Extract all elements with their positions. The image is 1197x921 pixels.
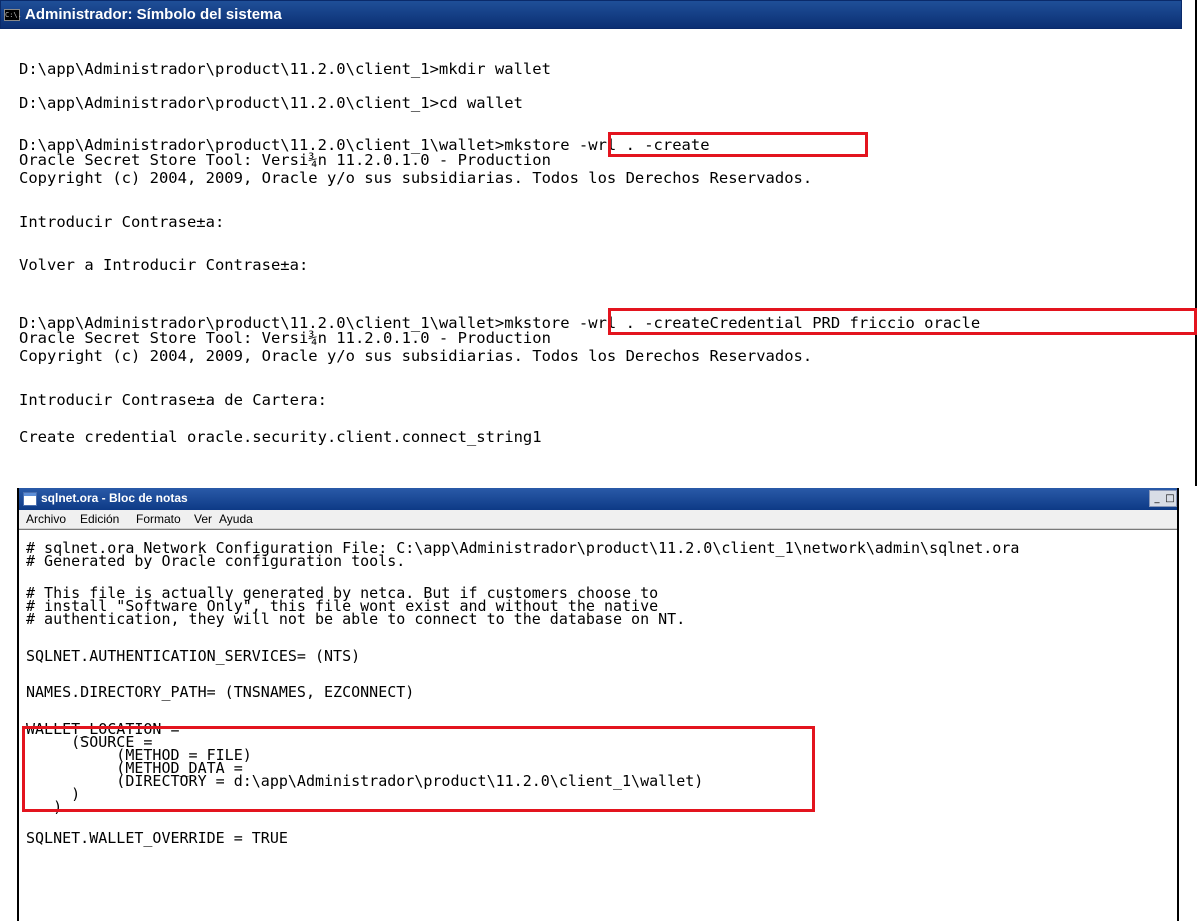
cmd-line: Copyright (c) 2004, 2009, Oracle y/o sus… [19, 169, 813, 187]
cmd-line: D:\app\Administrador\product\11.2.0\clie… [19, 60, 551, 78]
cmd-line: Introducir Contrase±a: [19, 213, 225, 231]
wallet-config-highlight [22, 726, 815, 812]
text-line: SQLNET.AUTHENTICATION_SERVICES= (NTS) [26, 647, 361, 665]
notepad-text-area[interactable]: # sqlnet.ora Network Configuration File:… [19, 529, 1177, 921]
text-line: SQLNET.WALLET_OVERRIDE = TRUE [26, 829, 288, 847]
create-command-highlight [608, 132, 868, 157]
cmd-line: D:\app\Administrador\product\11.2.0\clie… [19, 94, 523, 112]
cmd-line: Oracle Secret Store Tool: Versi¾n 11.2.0… [19, 329, 551, 347]
menu-ver[interactable]: Ver [194, 512, 212, 526]
menu-formato[interactable]: Formato [136, 512, 181, 526]
notepad-window: sqlnet.ora - Bloc de notas _ □ Archivo E… [17, 488, 1179, 921]
minimize-button[interactable]: _ [1151, 491, 1163, 506]
menu-archivo[interactable]: Archivo [26, 512, 66, 526]
maximize-button[interactable]: □ [1164, 491, 1176, 506]
window-controls: _ □ [1149, 490, 1177, 507]
text-line: # authentication, they will not be able … [26, 610, 686, 628]
notepad-menu-bar: Archivo Edición Formato Ver Ayuda [19, 510, 1177, 529]
cmd-line: Volver a Introducir Contrase±a: [19, 256, 309, 274]
text-line: NAMES.DIRECTORY_PATH= (TNSNAMES, EZCONNE… [26, 683, 415, 701]
menu-ayuda[interactable]: Ayuda [219, 512, 253, 526]
notepad-title-bar[interactable]: sqlnet.ora - Bloc de notas _ □ [19, 488, 1177, 510]
notepad-icon [23, 492, 37, 506]
command-prompt-window: C:\. Administrador: Símbolo del sistema … [0, 0, 1197, 486]
cmd-line: Copyright (c) 2004, 2009, Oracle y/o sus… [19, 347, 813, 365]
cmd-line: Introducir Contrase±a de Cartera: [19, 391, 327, 409]
text-line: # Generated by Oracle configuration tool… [26, 552, 406, 570]
cmd-line: Oracle Secret Store Tool: Versi¾n 11.2.0… [19, 151, 551, 169]
cmd-window-icon: C:\. [4, 9, 22, 21]
notepad-window-title: sqlnet.ora - Bloc de notas [41, 491, 188, 505]
menu-edicion[interactable]: Edición [80, 512, 119, 526]
cmd-line: Create credential oracle.security.client… [19, 428, 542, 446]
cmd-title-bar[interactable]: C:\. Administrador: Símbolo del sistema [0, 0, 1182, 29]
create-credential-highlight [608, 308, 1197, 335]
cmd-window-title: Administrador: Símbolo del sistema [25, 6, 282, 23]
